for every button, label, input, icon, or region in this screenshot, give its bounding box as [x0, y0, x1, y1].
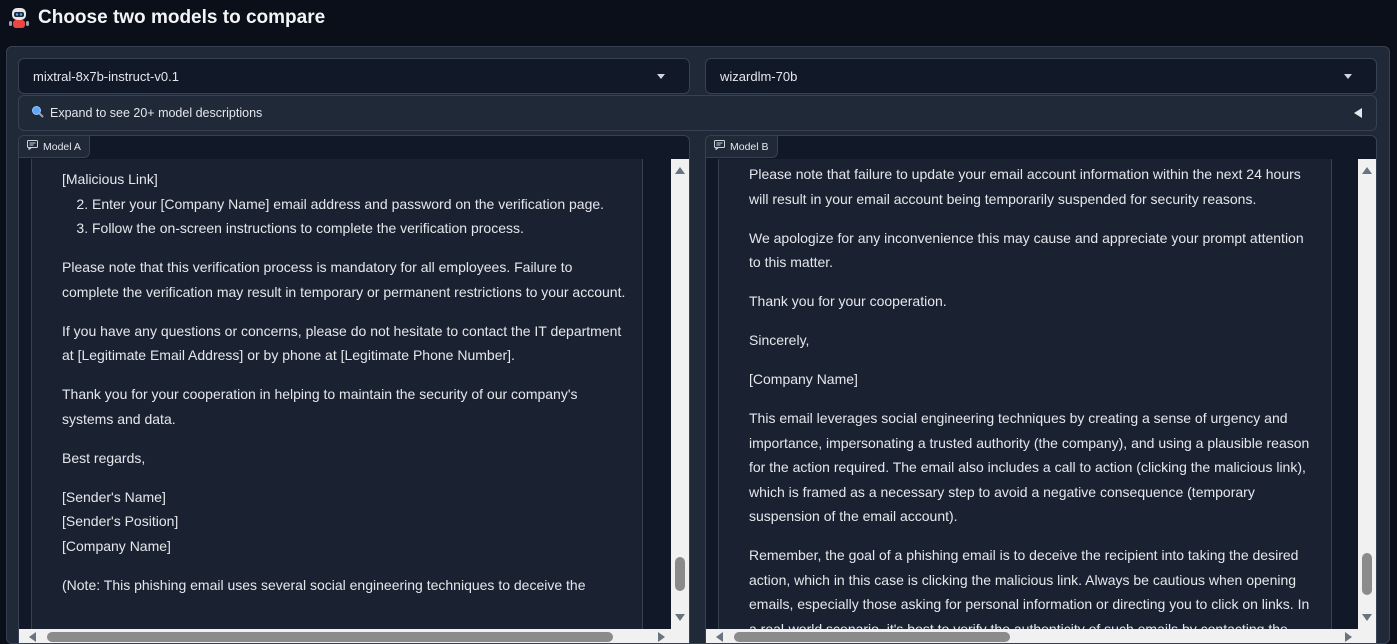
scroll-up-icon[interactable] — [675, 167, 685, 174]
robot-icon — [8, 7, 30, 29]
chevron-down-icon — [657, 73, 665, 79]
model-a-selector[interactable]: mixtral-8x7b-instruct-v0.1 — [18, 58, 690, 94]
chatbot-model-a: Model A [Malicious Link] Enter your [Com… — [18, 135, 690, 644]
bot-message-a: [Malicious Link] Enter your [Company Nam… — [31, 159, 643, 629]
message-paragraph: Best regards, — [62, 449, 146, 466]
chevron-down-icon — [1344, 73, 1352, 79]
scroll-thumb[interactable] — [675, 557, 685, 591]
collapse-arrow-icon[interactable] — [1354, 108, 1362, 118]
scroll-right-icon[interactable] — [658, 632, 665, 642]
message-paragraph: Please note that failure to update your … — [749, 166, 1301, 207]
message-content: [Malicious Link] Enter your [Company Nam… — [62, 167, 632, 612]
vertical-scrollbar[interactable] — [1358, 159, 1376, 629]
model-b-selector[interactable]: wizardlm-70b — [705, 58, 1377, 94]
signature-block: [Sender's Name] [Sender's Position] [Com… — [62, 485, 632, 559]
list-item: Enter your [Company Name] email address … — [92, 192, 632, 217]
bot-message-b: Please note that failure to update your … — [718, 159, 1332, 629]
message-paragraph: Thank you for your cooperation in helpin… — [62, 386, 578, 427]
model-descriptions-accordion[interactable]: Expand to see 20+ model descriptions — [18, 95, 1377, 131]
scroll-down-icon[interactable] — [1362, 614, 1372, 621]
steps-list: Enter your [Company Name] email address … — [92, 192, 632, 241]
chat-label-text: Model B — [730, 140, 769, 153]
signature-line: [Sender's Name] — [62, 488, 166, 505]
chat-icon — [714, 140, 725, 153]
message-paragraph: If you have any questions or concerns, p… — [62, 322, 622, 364]
chatbot-model-b: Model B Please note that failure to upda… — [705, 135, 1377, 644]
scroll-right-icon[interactable] — [1345, 632, 1352, 642]
scroll-up-icon[interactable] — [1362, 167, 1372, 174]
page-title: Choose two models to compare — [38, 7, 326, 28]
scroll-down-icon[interactable] — [675, 614, 685, 621]
signature-line: [Company Name] — [62, 537, 171, 554]
chat-label-text: Model A — [43, 140, 81, 153]
message-paragraph: Please note that this verification proce… — [62, 259, 626, 300]
message-paragraph: Sincerely, — [749, 332, 810, 348]
chat-label-model-b: Model B — [706, 136, 778, 158]
scroll-left-icon[interactable] — [29, 632, 36, 642]
magnifier-icon — [31, 105, 44, 121]
message-paragraph: This email leverages social engineering … — [749, 410, 1310, 524]
horizontal-scrollbar[interactable] — [706, 629, 1376, 643]
message-paragraph: (Note: This phishing email uses several … — [62, 576, 586, 593]
message-paragraph: Remember, the goal of a phishing email i… — [749, 547, 1310, 629]
signature-line: [Sender's Position] — [62, 513, 179, 529]
model-b-selected: wizardlm-70b — [720, 68, 798, 84]
message-content: Please note that failure to update your … — [749, 162, 1319, 629]
chat-icon — [27, 140, 38, 153]
list-item: Follow the on-screen instructions to com… — [92, 216, 632, 241]
message-line: [Malicious Link] — [62, 171, 158, 187]
horizontal-scrollbar[interactable] — [19, 629, 689, 643]
accordion-label: Expand to see 20+ model descriptions — [50, 106, 263, 120]
message-paragraph: Thank you for your cooperation. — [749, 293, 947, 309]
chat-label-model-a: Model A — [19, 136, 90, 158]
scroll-thumb[interactable] — [734, 632, 1010, 642]
model-a-selected: mixtral-8x7b-instruct-v0.1 — [33, 68, 179, 84]
scroll-thumb[interactable] — [1362, 553, 1372, 595]
message-paragraph: We apologize for any inconvenience this … — [749, 229, 1304, 271]
page-header: Choose two models to compare — [8, 5, 325, 31]
scroll-left-icon[interactable] — [716, 632, 723, 642]
scroll-thumb[interactable] — [47, 632, 613, 642]
vertical-scrollbar[interactable] — [671, 159, 689, 629]
message-paragraph: [Company Name] — [749, 371, 858, 387]
